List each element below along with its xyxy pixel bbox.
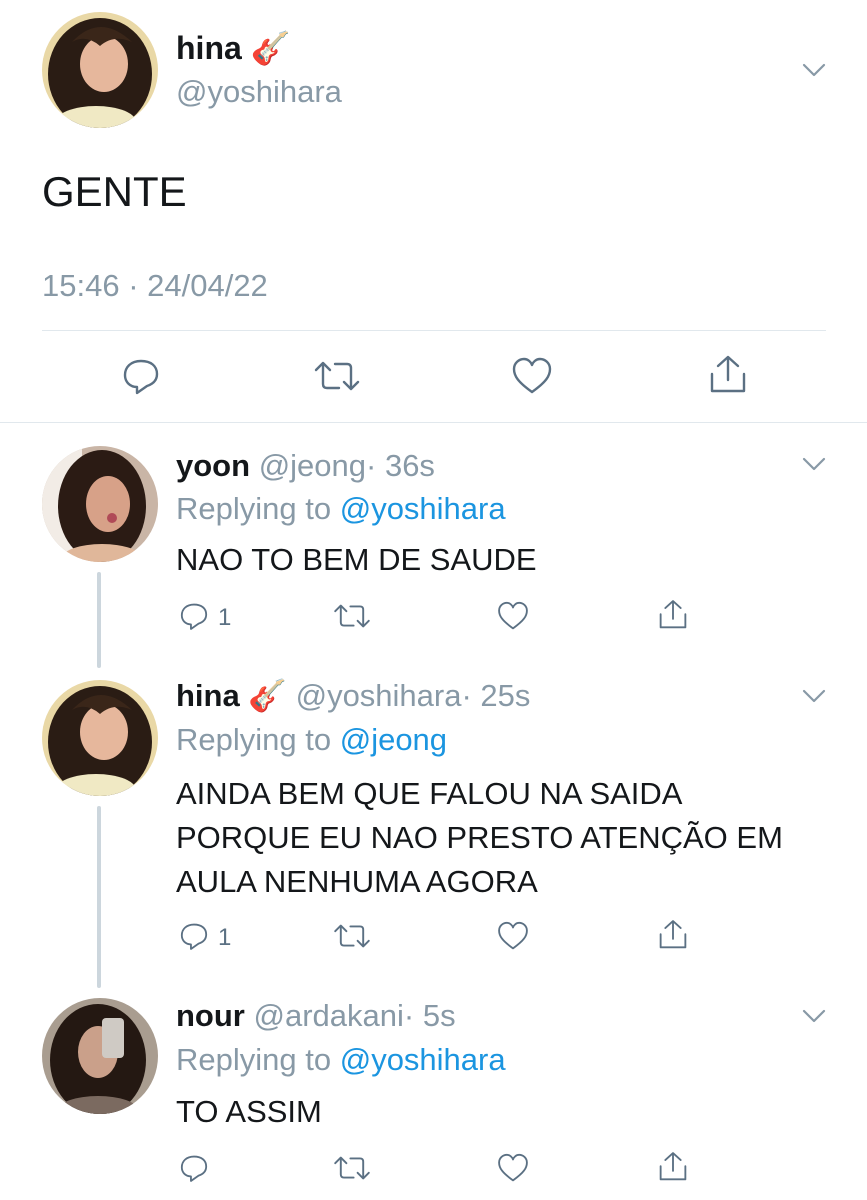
reply-time: · 25s [461,678,531,713]
share-icon[interactable] [656,598,690,632]
author-handle[interactable]: @yoshihara [176,72,342,112]
reply-count: 1 [218,604,232,631]
reply-author-name[interactable]: nour [176,998,245,1033]
share-icon[interactable] [656,918,690,952]
replying-to-label: Replying to [176,1042,332,1077]
reply-text: NAO TO BEM DE SAUDE [176,542,537,577]
reply-author-handle[interactable]: @yoshihara [296,678,462,713]
retweet-icon[interactable] [332,1152,372,1184]
share-icon[interactable] [706,354,750,396]
retweet-icon[interactable] [312,356,362,396]
reply-author-handle[interactable]: @ardakani [254,998,404,1033]
thread-line [97,572,101,668]
chevron-down-icon[interactable] [800,60,828,80]
replying-to-link[interactable]: @yoshihara [340,491,506,526]
reply-time: · 36s [366,448,435,483]
heart-icon[interactable] [496,1152,530,1184]
reply-author-name[interactable]: hina [176,678,240,713]
chevron-down-icon[interactable] [800,686,828,706]
heart-icon[interactable] [496,920,530,952]
reply-icon[interactable] [120,356,162,396]
reply-text-line: AULA NENHUMA AGORA [176,864,538,899]
thread-line [97,806,101,988]
guitar-emoji: 🎸 [248,678,287,713]
avatar-yoon[interactable] [42,446,158,562]
heart-icon[interactable] [496,600,530,632]
tweet-text: GENTE [42,168,187,215]
avatar-hina[interactable] [42,680,158,796]
replying-to-link[interactable]: @jeong [340,722,447,757]
avatar-nour[interactable] [42,998,158,1114]
divider [42,330,826,331]
reply-text-line: AINDA BEM QUE FALOU NA SAIDA [176,776,683,811]
tweet-timestamp: 15:46 · 24/04/22 [42,268,268,303]
replying-to-label: Replying to [176,722,332,757]
reply-time: · 5s [403,998,456,1033]
reply-icon[interactable] [178,1152,210,1184]
reply-text: AINDA BEM QUE FALOU NA SAIDA PORQUE EU N… [176,772,783,904]
reply-count: 1 [218,924,232,951]
share-icon[interactable] [656,1150,690,1184]
reply-text: TO ASSIM [176,1094,322,1129]
reply-icon[interactable] [178,920,210,952]
retweet-icon[interactable] [332,920,372,952]
author-name[interactable]: hina [176,30,242,66]
retweet-icon[interactable] [332,600,372,632]
chevron-down-icon[interactable] [800,454,828,474]
replying-to-link[interactable]: @yoshihara [340,1042,506,1077]
reply-text-line: PORQUE EU NAO PRESTO ATENÇÃO EM [176,820,783,855]
divider [0,422,867,423]
guitar-emoji: 🎸 [250,30,291,66]
reply-author-name[interactable]: yoon [176,448,250,483]
replying-to-label: Replying to [176,491,332,526]
reply-author-handle[interactable]: @jeong [259,448,366,483]
reply-icon[interactable] [178,600,210,632]
heart-icon[interactable] [510,356,554,396]
avatar-hina[interactable] [42,12,158,128]
chevron-down-icon[interactable] [800,1006,828,1026]
